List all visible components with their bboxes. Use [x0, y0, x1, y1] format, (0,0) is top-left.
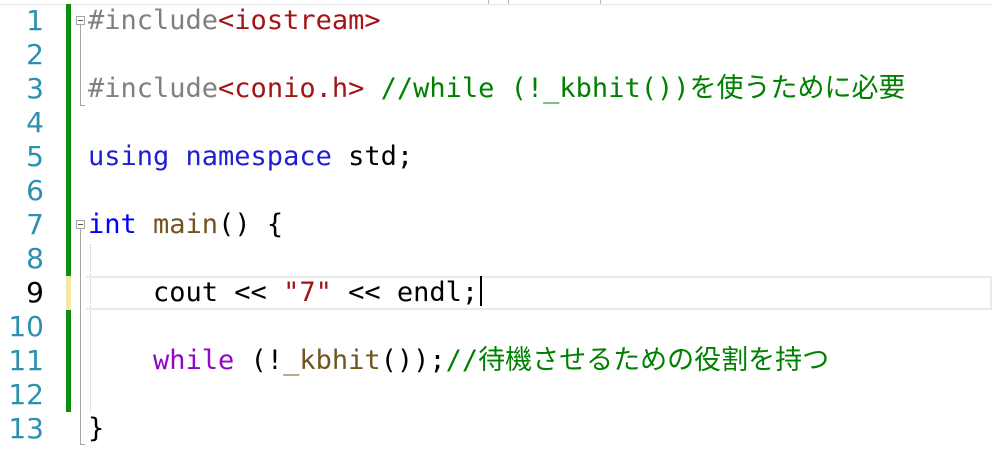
change-tracking-edit-marker	[66, 276, 71, 310]
line-number: 4	[26, 106, 44, 139]
indent-guide	[90, 244, 91, 412]
line-number: 2	[26, 38, 44, 71]
closing-brace: }	[88, 413, 105, 444]
code-line-7[interactable]: int main() {	[88, 208, 283, 242]
keyword: int	[88, 209, 137, 240]
include-header: <conio.h>	[218, 73, 365, 104]
collapse-region-toggle[interactable]	[76, 220, 85, 229]
code-text: (!	[234, 345, 284, 376]
line-number: 11	[8, 344, 44, 377]
code-comment: //while (!_kbhit())を使うために必要	[364, 73, 906, 104]
line-number: 1	[26, 4, 44, 37]
operator: <<	[218, 277, 284, 308]
identifier: cout	[153, 277, 219, 308]
keyword: using namespace	[88, 141, 332, 172]
line-number-gutter: 1 2 3 4 5 6 7 8 9 10 11 12 13	[0, 0, 50, 458]
string-literal: "7"	[283, 277, 332, 308]
preprocessor-directive: #include	[88, 5, 219, 36]
change-tracking-bar	[66, 4, 71, 276]
line-number: 5	[26, 140, 44, 173]
code-text: std;	[331, 141, 414, 172]
code-editor[interactable]: 1 2 3 4 5 6 7 8 9 10 11 12 13 #include<i…	[0, 0, 992, 458]
function-name: main	[136, 209, 219, 240]
identifier: endl;	[396, 277, 479, 308]
code-text: ());	[380, 345, 446, 376]
code-text: () {	[218, 209, 284, 240]
keyword: while	[153, 345, 235, 376]
code-comment: //待機させるための役割を持つ	[445, 345, 830, 376]
outline-end	[80, 105, 85, 106]
outline-line	[80, 25, 81, 105]
include-header: <iostream>	[218, 5, 381, 36]
text-caret	[480, 276, 483, 306]
code-line-9[interactable]: cout << "7" << endl;	[153, 276, 483, 310]
code-line-5[interactable]: using namespace std;	[88, 140, 413, 174]
line-number-current: 9	[26, 276, 44, 309]
outline-end	[80, 444, 85, 445]
line-number: 12	[8, 378, 44, 411]
line-number: 6	[26, 174, 44, 207]
outline-line	[80, 229, 81, 444]
code-line-1[interactable]: #include<iostream>	[88, 4, 381, 38]
code-line-13[interactable]: }	[88, 412, 104, 446]
line-number: 7	[26, 208, 44, 241]
code-line-3[interactable]: #include<conio.h> //while (!_kbhit())を使う…	[88, 72, 905, 106]
line-number: 8	[26, 242, 44, 275]
collapse-region-toggle[interactable]	[76, 16, 85, 25]
line-number: 13	[8, 412, 44, 445]
change-tracking-bar	[66, 310, 71, 412]
line-number: 3	[26, 72, 44, 105]
preprocessor-directive: #include	[88, 73, 219, 104]
function-name: _kbhit	[283, 345, 381, 376]
operator: <<	[331, 277, 397, 308]
code-line-11[interactable]: while (!_kbhit());//待機させるための役割を持つ	[153, 344, 829, 378]
line-number: 10	[8, 310, 44, 343]
